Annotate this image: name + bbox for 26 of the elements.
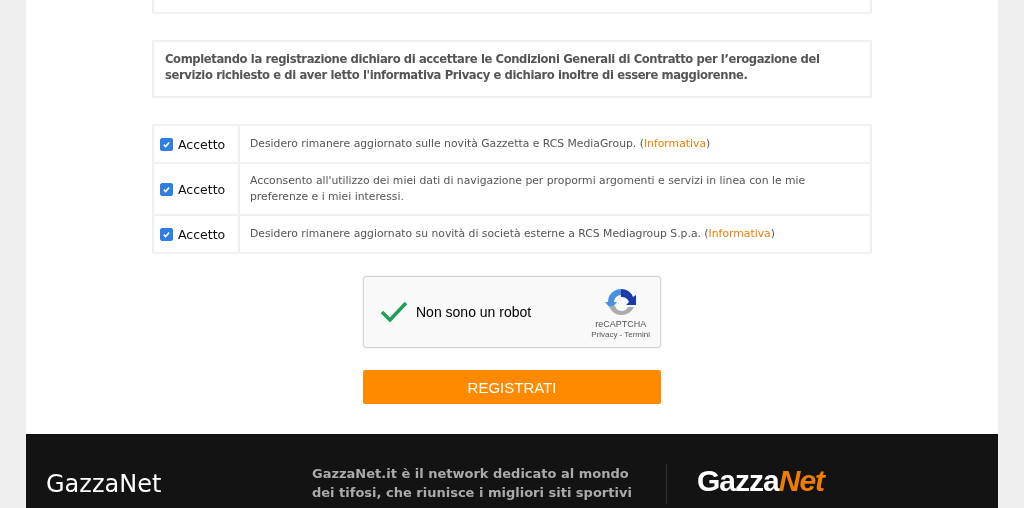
logo-accent-text: Net — [778, 464, 825, 498]
consent-text: Desidero rimanere aggiornato su novità di società esterne a RCS Mediagroup S.p.a. (Informativa) — [250, 226, 775, 242]
privacy-link[interactable]: Privacy — [591, 329, 618, 339]
separator-text: - — [619, 329, 623, 339]
checkbox[interactable] — [160, 137, 173, 151]
register-button[interactable]: REGISTRATI — [363, 370, 661, 404]
footer-title: GazzaNet — [46, 470, 163, 500]
accept-label: Accetto — [178, 181, 226, 197]
footer-description: GazzaNet.it è il network dedicato al mondo dei tifosi, che riunisce i migliori siti sportivi — [312, 465, 632, 502]
consent-text: Desidero rimanere aggiornato sulle novità Gazzetta e RCS MediaGroup. (Informativa) — [250, 136, 711, 152]
logo-text: Gazza — [697, 464, 779, 498]
checkbox[interactable] — [160, 227, 173, 241]
check-icon — [162, 184, 171, 194]
checkmark-icon[interactable] — [380, 301, 408, 323]
check-icon — [162, 229, 171, 239]
captcha-label: Non sono un robot — [416, 304, 533, 320]
consent-text: Acconsento all'utilizzo dei miei dati di navigazione per propormi argomenti e servizi in linea con le mie preferenze e i miei interessi. — [250, 173, 807, 205]
accept-label: Accetto — [178, 226, 226, 242]
info-link[interactable]: Informativa — [643, 137, 706, 150]
info-link[interactable]: Informativa — [708, 227, 771, 240]
terms-link[interactable]: Termini — [624, 329, 650, 339]
recaptcha-label: reCAPTCHA — [595, 318, 647, 329]
accept-label: Accetto — [178, 136, 226, 152]
terms-text: Completando la registrazione dichiaro di accettare le Condizioni Generali di Contratto per l’erogazione del servizio richiesto e di aver letto l'informativa Privacy e dichiaro inoltre di essere maggiorenne. — [152, 40, 872, 98]
checkbox[interactable] — [160, 182, 173, 196]
check-icon — [162, 139, 171, 149]
